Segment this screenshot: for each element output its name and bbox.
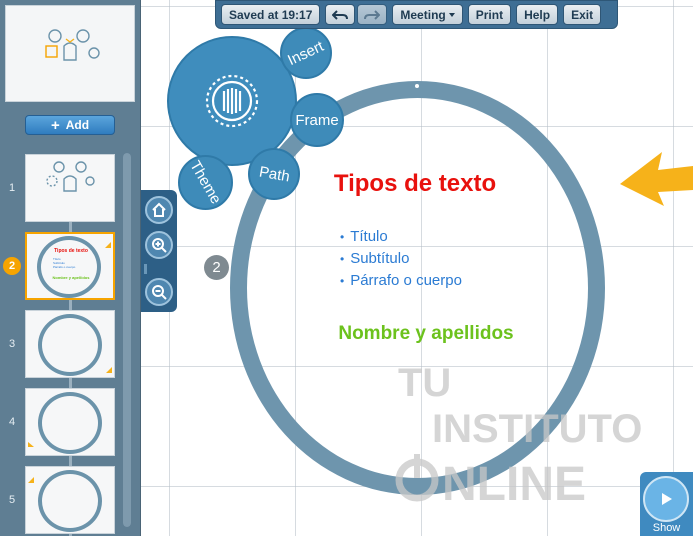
- path-thumbnail[interactable]: [25, 388, 115, 456]
- path-item-4[interactable]: 4: [0, 388, 130, 456]
- thumb-frame-circle: [38, 314, 102, 376]
- watermark-line1: TU: [398, 361, 451, 405]
- zoom-in-icon: [152, 238, 167, 253]
- add-frame-button[interactable]: + Add: [25, 115, 115, 135]
- zebra-transform-bubble[interactable]: [167, 36, 297, 166]
- insert-label: Insert: [285, 37, 327, 69]
- path-step-badge[interactable]: 2: [204, 255, 229, 280]
- theme-label: Theme: [186, 158, 225, 207]
- bullet-item[interactable]: Subtítulo: [340, 248, 462, 270]
- home-button[interactable]: [145, 196, 173, 224]
- help-button[interactable]: Help: [516, 4, 559, 25]
- path-number: 4: [8, 416, 16, 428]
- frame-label: Frame: [295, 111, 339, 129]
- slide-bullet-list[interactable]: Título Subtítulo Párrafo o cuerpo: [340, 226, 462, 292]
- thumb-bullets: Título Subtítulo Párrafo o cuerpo: [53, 257, 75, 269]
- zoom-panel: [141, 190, 177, 312]
- slide-title[interactable]: Tipos de texto: [300, 170, 530, 198]
- arrow-marker: [28, 477, 34, 483]
- print-button[interactable]: Print: [467, 4, 512, 25]
- fingerprint-icon: [205, 74, 259, 128]
- thumb-frame-circle: [38, 470, 102, 532]
- zoom-out-button[interactable]: [145, 278, 173, 306]
- meeting-dropdown[interactable]: Meeting: [392, 4, 463, 25]
- add-label: Add: [65, 118, 90, 132]
- zoom-in-button[interactable]: [145, 231, 173, 259]
- undo-button[interactable]: [325, 4, 356, 25]
- chevron-down-icon: [448, 12, 455, 17]
- theme-button[interactable]: Theme: [178, 155, 233, 210]
- path-number: 1: [8, 182, 16, 194]
- undo-icon: [332, 9, 349, 20]
- path-thumbnail[interactable]: [25, 154, 115, 222]
- show-button[interactable]: Show: [640, 472, 693, 536]
- arrow-marker: [106, 367, 112, 373]
- path-thumbnail[interactable]: [25, 466, 115, 534]
- path-item-5[interactable]: 5: [0, 466, 130, 534]
- diagram-thumbnail: [46, 161, 95, 192]
- meeting-label: Meeting: [400, 7, 446, 22]
- path-thumbnail[interactable]: [25, 310, 115, 378]
- watermark-line3: NLINE: [442, 458, 586, 508]
- path-item-2[interactable]: 2 Tipos de texto Título Subtítulo Párraf…: [0, 232, 130, 300]
- frame-handle[interactable]: [415, 84, 419, 88]
- overview-thumbnail[interactable]: [5, 5, 135, 102]
- path-sidebar: + Add 1 2 Tipos de texto Título Subtítul…: [0, 0, 141, 536]
- arrow-marker: [105, 242, 111, 248]
- path-item-3[interactable]: 3: [0, 310, 130, 378]
- zoom-out-icon: [152, 285, 167, 300]
- frame-button[interactable]: Frame: [290, 93, 344, 147]
- path-number: 3: [8, 338, 16, 350]
- thumb-title: Tipos de texto: [54, 248, 88, 254]
- thumb-frame-circle: [38, 392, 102, 454]
- path-item-1[interactable]: 1: [0, 154, 130, 222]
- watermark-line2: INSTITUTO: [432, 407, 642, 451]
- sidebar-scrollbar-thumb[interactable]: [123, 153, 131, 527]
- thumb-name: Nombre y apellidos: [52, 275, 90, 280]
- slide-author-name[interactable]: Nombre y apellidos: [300, 323, 552, 345]
- arrow-shape[interactable]: [618, 150, 693, 206]
- exit-button[interactable]: Exit: [563, 4, 602, 25]
- redo-button[interactable]: [357, 4, 388, 25]
- show-label: Show: [652, 522, 681, 534]
- watermark-logo: TU INSTITUTO NLINE: [395, 361, 642, 508]
- overview-diagram: [45, 29, 100, 61]
- path-thumbnail-selected[interactable]: Tipos de texto Título Subtítulo Párrafo …: [25, 232, 115, 300]
- path-label: Path: [257, 162, 291, 186]
- plus-icon: +: [50, 116, 60, 134]
- play-icon: [643, 476, 689, 522]
- bullet-item[interactable]: Título: [340, 226, 462, 248]
- path-number: 5: [8, 494, 16, 506]
- saved-status[interactable]: Saved at 19:17: [221, 4, 321, 25]
- redo-icon: [364, 9, 381, 20]
- home-icon: [152, 202, 166, 217]
- top-toolbar: Saved at 19:17 Meeting Print Help Exit: [215, 0, 618, 29]
- insert-button[interactable]: Insert: [280, 27, 332, 79]
- arrow-marker: [28, 442, 34, 447]
- path-button[interactable]: Path: [248, 148, 300, 200]
- path-list: 1 2 Tipos de texto Título Subtítulo Párr…: [0, 145, 141, 536]
- zoom-slider-mark: [144, 264, 147, 274]
- path-number: 2: [3, 257, 21, 275]
- thumb-bullet: Párrafo o cuerpo: [53, 265, 76, 269]
- bullet-item[interactable]: Párrafo o cuerpo: [340, 270, 462, 292]
